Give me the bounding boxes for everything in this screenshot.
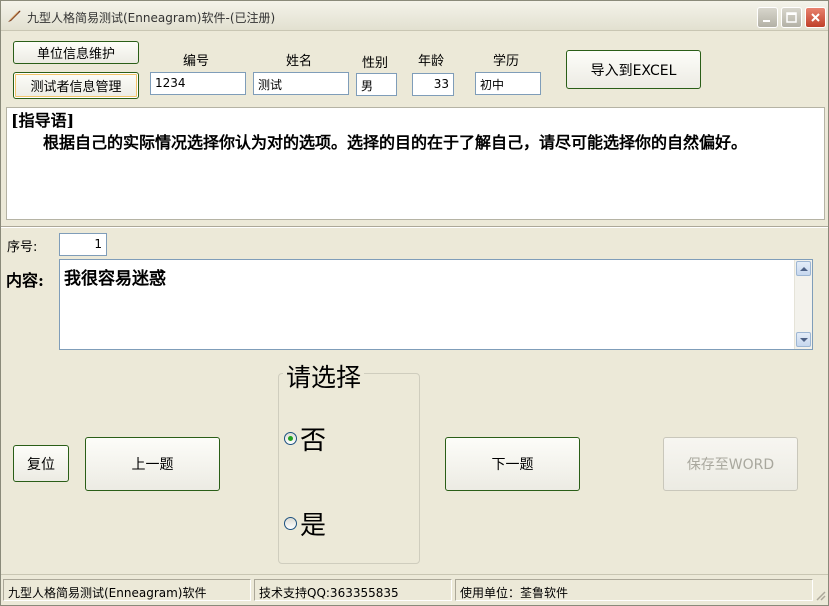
unit-info-button[interactable]: 单位信息维护 bbox=[13, 41, 139, 64]
reset-button[interactable]: 复位 bbox=[13, 445, 69, 482]
minimize-icon bbox=[763, 20, 770, 22]
gender-label: 性别 bbox=[362, 56, 389, 71]
option-yes-label: 是 bbox=[300, 511, 327, 541]
radio-yes[interactable] bbox=[284, 517, 297, 530]
arrow-down-icon bbox=[799, 337, 808, 342]
question-content[interactable]: 我很容易迷惑 bbox=[59, 259, 813, 350]
option-no-label: 否 bbox=[300, 426, 327, 456]
minimize-button[interactable] bbox=[757, 7, 778, 28]
option-yes[interactable]: 是 bbox=[284, 505, 326, 542]
id-field[interactable]: 1234 bbox=[150, 72, 246, 95]
content-scrollbar[interactable] bbox=[794, 260, 812, 349]
tester-info-button[interactable]: 测试者信息管理 bbox=[13, 72, 139, 99]
id-label: 编号 bbox=[183, 54, 210, 69]
divider bbox=[1, 226, 828, 228]
choice-group-title: 请选择 bbox=[283, 358, 365, 394]
guidance-heading: [指导语] bbox=[11, 111, 75, 130]
status-app-name: 九型人格简易测试(Enneagram)软件 bbox=[3, 579, 251, 601]
arrow-up-icon bbox=[799, 266, 808, 271]
name-label: 姓名 bbox=[286, 54, 313, 69]
scroll-up-button[interactable] bbox=[796, 261, 811, 276]
age-label: 年龄 bbox=[418, 54, 445, 69]
name-field[interactable]: 测试 bbox=[253, 72, 349, 95]
status-bar: 九型人格简易测试(Enneagram)软件 技术支持QQ:363355835 使… bbox=[1, 574, 828, 605]
maximize-icon bbox=[786, 12, 797, 23]
window-title: 九型人格简易测试(Enneagram)软件-(已注册) bbox=[27, 11, 276, 25]
education-field[interactable]: 初中 bbox=[475, 72, 541, 95]
gender-field[interactable]: 男 bbox=[356, 73, 397, 96]
close-button[interactable] bbox=[805, 7, 826, 28]
scroll-down-button[interactable] bbox=[796, 332, 811, 347]
export-excel-button[interactable]: 导入到EXCEL bbox=[566, 50, 701, 89]
option-no[interactable]: 否 bbox=[284, 420, 326, 457]
sequence-label: 序号: bbox=[7, 240, 38, 255]
title-bar[interactable]: 九型人格简易测试(Enneagram)软件-(已注册) bbox=[1, 1, 828, 31]
resize-grip-icon[interactable] bbox=[814, 589, 826, 601]
app-window: 九型人格简易测试(Enneagram)软件-(已注册) 单位信息维护 测试者信息… bbox=[0, 0, 829, 606]
status-licensee: 使用单位：荃鲁软件 bbox=[455, 579, 813, 601]
age-field[interactable]: 33 bbox=[412, 73, 454, 96]
save-word-button: 保存至WORD bbox=[663, 437, 798, 491]
close-icon bbox=[811, 13, 820, 22]
feather-pen-icon bbox=[8, 10, 21, 22]
education-label: 学历 bbox=[493, 54, 520, 69]
guidance-panel: [指导语] 根据自己的实际情况选择你认为对的选项。选择的目的在于了解自己，请尽可… bbox=[6, 107, 825, 220]
status-support: 技术支持QQ:363355835 bbox=[254, 579, 452, 601]
next-question-button[interactable]: 下一题 bbox=[445, 437, 580, 491]
content-label: 内容: bbox=[6, 271, 44, 290]
maximize-button[interactable] bbox=[781, 7, 802, 28]
guidance-text: 根据自己的实际情况选择你认为对的选项。选择的目的在于了解自己，请尽可能选择你的自… bbox=[43, 133, 748, 152]
radio-no[interactable] bbox=[284, 432, 297, 445]
prev-question-button[interactable]: 上一题 bbox=[85, 437, 220, 491]
sequence-field[interactable]: 1 bbox=[59, 233, 107, 256]
